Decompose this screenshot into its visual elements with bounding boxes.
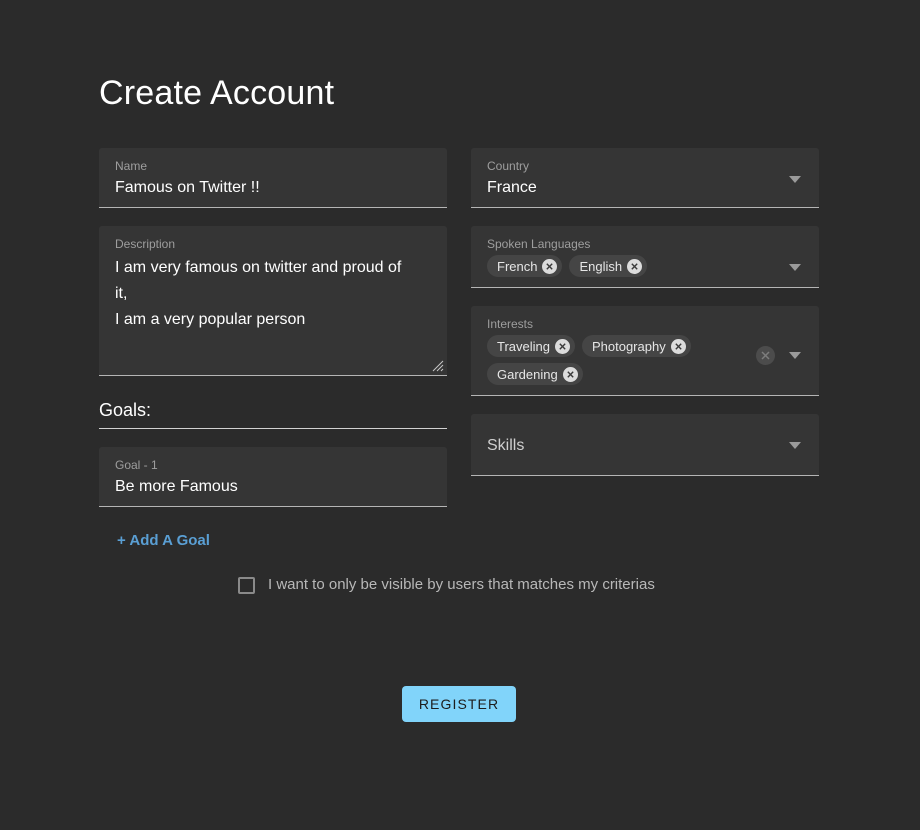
- name-field-label: Name: [115, 159, 148, 173]
- close-circle-icon[interactable]: [562, 366, 578, 382]
- goals-section-header: Goals:: [99, 398, 447, 429]
- country-select[interactable]: Country France: [471, 148, 819, 208]
- register-button[interactable]: REGISTER: [402, 686, 516, 722]
- goal-1-field-value[interactable]: Be more Famous: [115, 476, 431, 498]
- chevron-down-icon[interactable]: [789, 442, 801, 449]
- goal-1-field[interactable]: Goal - 1 Be more Famous: [99, 447, 447, 507]
- right-column: Country France Spoken Languages French E…: [471, 148, 819, 476]
- chip[interactable]: Traveling: [487, 335, 575, 357]
- chip[interactable]: Gardening: [487, 363, 583, 385]
- visibility-criteria-label: I want to only be visible by users that …: [268, 576, 655, 593]
- description-field-value[interactable]: I am very famous on twitter and proud of…: [115, 255, 415, 333]
- chevron-down-icon[interactable]: [789, 264, 801, 271]
- chevron-down-icon[interactable]: [789, 352, 801, 359]
- name-field[interactable]: Name Famous on Twitter !!: [99, 148, 447, 208]
- clear-all-icon[interactable]: [756, 346, 775, 365]
- chip[interactable]: English: [569, 255, 648, 277]
- chevron-down-icon[interactable]: [789, 176, 801, 183]
- create-account-page: Create Account Name Famous on Twitter !!…: [0, 0, 920, 830]
- visibility-criteria-checkbox-row[interactable]: I want to only be visible by users that …: [238, 575, 655, 595]
- country-select-label: Country: [487, 159, 530, 173]
- add-goal-link[interactable]: + Add A Goal: [117, 531, 210, 551]
- chip[interactable]: French: [487, 255, 563, 277]
- name-field-value[interactable]: Famous on Twitter !!: [115, 177, 431, 199]
- interests-label: Interests: [487, 317, 534, 331]
- chip-label: Photography: [591, 338, 666, 354]
- close-circle-icon[interactable]: [554, 338, 570, 354]
- close-circle-icon[interactable]: [627, 258, 643, 274]
- spoken-languages-select[interactable]: Spoken Languages French English: [471, 226, 819, 288]
- chip-label: Traveling: [497, 338, 550, 354]
- page-title: Create Account: [99, 73, 335, 112]
- close-circle-icon[interactable]: [670, 338, 686, 354]
- description-field[interactable]: Description I am very famous on twitter …: [99, 226, 447, 376]
- goal-1-field-label: Goal - 1: [115, 458, 158, 472]
- skills-select-placeholder: Skills: [487, 436, 525, 454]
- goals-header-text: Goals:: [99, 400, 152, 420]
- chip-label: Gardening: [497, 366, 558, 382]
- interests-chip-list: Traveling Photography Gardening: [487, 335, 737, 385]
- interests-select[interactable]: Interests Traveling Photography Gardenin…: [471, 306, 819, 396]
- skills-select[interactable]: Skills: [471, 414, 819, 476]
- resize-grip-icon[interactable]: [432, 359, 444, 372]
- description-field-label: Description: [115, 237, 176, 251]
- chip[interactable]: Photography: [581, 335, 691, 357]
- chip-label: French: [497, 258, 538, 274]
- spoken-languages-chip-list: French English: [487, 255, 737, 277]
- country-select-value: France: [487, 179, 537, 196]
- chip-label: English: [579, 258, 623, 274]
- left-column: Name Famous on Twitter !! Description I …: [99, 148, 447, 551]
- spoken-languages-label: Spoken Languages: [487, 237, 591, 251]
- close-circle-icon[interactable]: [542, 258, 558, 274]
- visibility-criteria-checkbox[interactable]: [238, 576, 255, 594]
